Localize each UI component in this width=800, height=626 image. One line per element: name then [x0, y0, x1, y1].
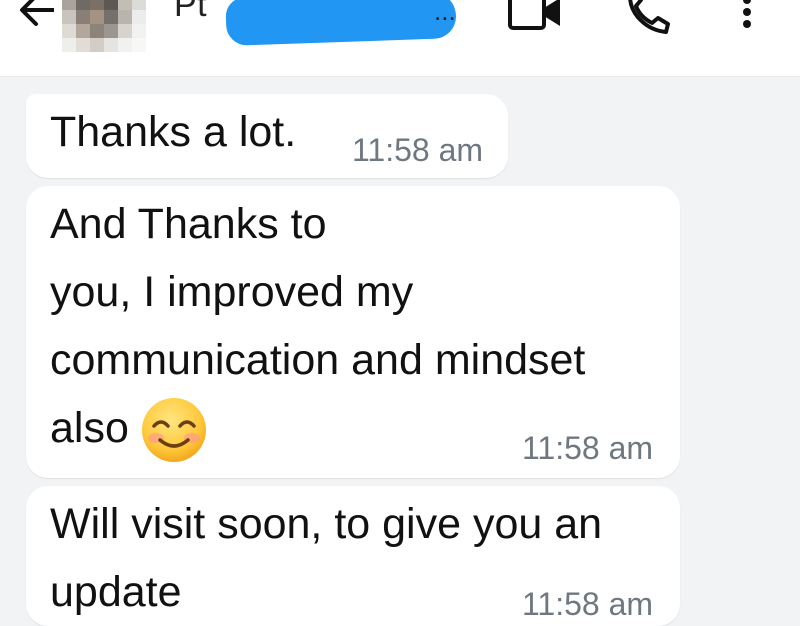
name-redaction: [225, 0, 457, 46]
message-timestamp: 11:58 am: [522, 430, 654, 466]
contact-name[interactable]: Pt: [174, 0, 207, 25]
message-bubble[interactable]: Thanks a lot. 11:58 am: [26, 94, 508, 178]
avatar[interactable]: [62, 0, 148, 60]
message-bubble[interactable]: Will visit soon, to give you an update 1…: [26, 486, 680, 626]
message-text: Thanks a lot.: [50, 108, 297, 156]
smiling-face-icon: [142, 398, 206, 462]
back-arrow-icon[interactable]: [14, 0, 54, 32]
video-call-icon[interactable]: [506, 0, 564, 34]
contact-name-ellipsis: ...: [434, 0, 456, 26]
phone-call-icon[interactable]: [624, 0, 674, 36]
more-options-icon[interactable]: [734, 0, 760, 36]
message-timestamp: 11:58 am: [522, 586, 654, 622]
chat-header: Pt ...: [0, 0, 800, 77]
message-timestamp: 11:58 am: [352, 132, 484, 168]
message-bubble[interactable]: And Thanks to you, I improved my communi…: [26, 186, 680, 478]
